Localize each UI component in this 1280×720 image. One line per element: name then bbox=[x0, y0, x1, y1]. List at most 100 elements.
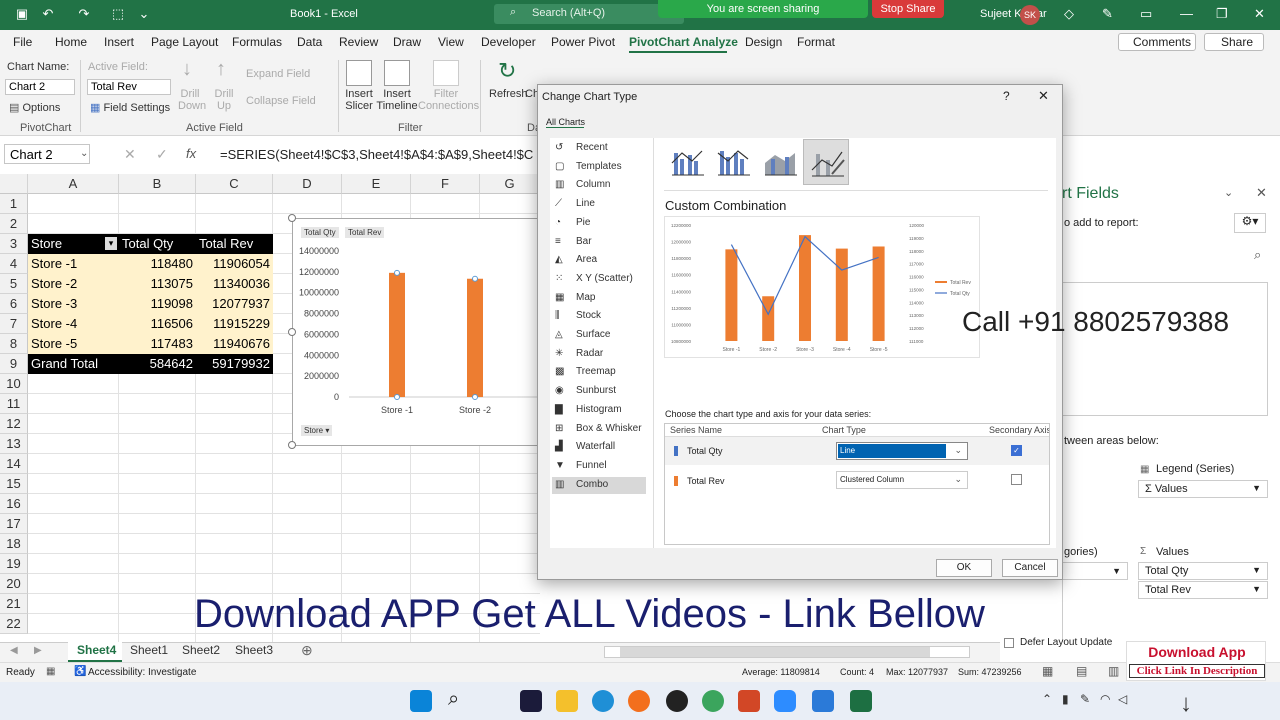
comments-button[interactable]: Comments bbox=[1118, 33, 1196, 51]
chart-category-box-whisker[interactable]: ⊞ Box & Whisker bbox=[552, 421, 646, 438]
combo-column-line-secondary-button[interactable] bbox=[710, 139, 756, 185]
panel-options-icon[interactable]: ⌄ bbox=[1224, 186, 1233, 199]
chart-category-recent[interactable]: ↺ Recent bbox=[552, 140, 646, 157]
sheet-tab[interactable]: Sheet4 bbox=[77, 643, 116, 657]
tab-pivotchart-analyze[interactable]: PivotChart Analyze bbox=[629, 35, 738, 49]
prev-sheet-icon[interactable]: ◀ bbox=[10, 645, 18, 656]
help-icon[interactable]: ? bbox=[1003, 89, 1010, 103]
chart-type-select-total-qty[interactable]: Line ⌄ bbox=[836, 442, 968, 460]
powerpoint-icon[interactable] bbox=[738, 690, 760, 712]
field-settings-button[interactable]: ▦ Field Settings bbox=[90, 101, 170, 114]
chart-category-waterfall[interactable]: ▟ Waterfall bbox=[552, 439, 646, 456]
ribbon-display-icon[interactable]: ▭ bbox=[1140, 6, 1152, 22]
name-box-dropdown-icon[interactable]: ⌄ bbox=[80, 148, 88, 159]
table-cell[interactable]: Store -5 bbox=[28, 334, 119, 354]
tab-page-layout[interactable]: Page Layout bbox=[151, 35, 218, 49]
tab-formulas[interactable]: Formulas bbox=[232, 35, 282, 49]
row-header[interactable]: 9 bbox=[0, 354, 28, 374]
obs-icon[interactable] bbox=[666, 690, 688, 712]
row-header[interactable]: 5 bbox=[0, 274, 28, 294]
options-button[interactable]: ▤ Options bbox=[9, 101, 60, 114]
chart-category-map[interactable]: ▦ Map bbox=[552, 290, 646, 307]
row-header[interactable]: 11 bbox=[0, 394, 28, 414]
chart-category-combo[interactable]: ▥ Combo bbox=[552, 476, 646, 494]
next-sheet-icon[interactable]: ▶ bbox=[34, 645, 42, 656]
table-header-cell[interactable]: Total Rev bbox=[196, 234, 273, 254]
column-header[interactable]: C bbox=[196, 174, 273, 194]
field-list[interactable] bbox=[1062, 282, 1268, 416]
column-header[interactable]: D bbox=[273, 174, 342, 194]
microphone-icon[interactable]: ▮ bbox=[1062, 692, 1069, 706]
table-cell[interactable]: 11906054 bbox=[196, 254, 273, 274]
custom-combination-button[interactable] bbox=[803, 139, 849, 185]
add-sheet-icon[interactable]: ⊕ bbox=[301, 642, 313, 659]
table-cell[interactable]: 118480 bbox=[119, 254, 196, 274]
tab-format[interactable]: Format bbox=[797, 35, 835, 49]
tab-power-pivot[interactable]: Power Pivot bbox=[551, 35, 615, 49]
row-header[interactable]: 7 bbox=[0, 314, 28, 334]
chart-category-bar[interactable]: ≡ Bar bbox=[552, 234, 646, 251]
chart-category-radar[interactable]: ✳ Radar bbox=[552, 346, 646, 363]
values-field-pill[interactable]: Total Qty ▼ bbox=[1138, 562, 1268, 580]
row-header[interactable]: 17 bbox=[0, 514, 28, 534]
row-header[interactable]: 2 bbox=[0, 214, 28, 234]
enter-icon[interactable]: ✓ bbox=[156, 146, 168, 163]
grand-total-cell[interactable]: Grand Total bbox=[28, 354, 119, 374]
search-icon[interactable]: ⌕ bbox=[1254, 247, 1261, 263]
row-header[interactable]: 3 bbox=[0, 234, 28, 254]
sheet-tab[interactable]: Sheet1 bbox=[130, 643, 168, 657]
table-cell[interactable]: 11915229 bbox=[196, 314, 273, 334]
chart-category-sunburst[interactable]: ◉ Sunburst bbox=[552, 383, 646, 400]
windows-start-icon[interactable] bbox=[410, 690, 432, 712]
gear-icon[interactable]: ⚙▾ bbox=[1234, 213, 1266, 233]
table-cell[interactable]: Store -4 bbox=[28, 314, 119, 334]
firefox-icon[interactable] bbox=[628, 690, 650, 712]
task-view-icon[interactable] bbox=[520, 690, 542, 712]
values-field-pill[interactable]: Total Rev ▼ bbox=[1138, 581, 1268, 599]
table-cell[interactable]: Store -1 bbox=[28, 254, 119, 274]
restore-icon[interactable]: ❐ bbox=[1216, 6, 1228, 22]
select-all-corner[interactable] bbox=[0, 174, 28, 194]
axis-field-pill[interactable]: ▼ bbox=[1062, 562, 1128, 580]
share-button[interactable]: Share bbox=[1204, 33, 1264, 51]
chart-category-stock[interactable]: ⫼ Stock bbox=[552, 308, 646, 325]
sheet-tab[interactable]: Sheet3 bbox=[235, 643, 273, 657]
row-header[interactable]: 13 bbox=[0, 434, 28, 454]
chart-category-histogram[interactable]: ▇ Histogram bbox=[552, 402, 646, 419]
name-box[interactable] bbox=[4, 144, 90, 164]
autosave-icon[interactable]: ▣ bbox=[14, 6, 30, 22]
download-app-badge[interactable]: Download App Click Link In Description bbox=[1126, 641, 1266, 681]
page-layout-icon[interactable]: ▤ bbox=[1076, 664, 1087, 678]
field-button-total-qty[interactable]: Total Qty bbox=[301, 227, 339, 238]
row-header[interactable]: 6 bbox=[0, 294, 28, 314]
macro-record-icon[interactable]: ▦ bbox=[46, 666, 55, 677]
close-window-icon[interactable]: ✕ bbox=[1254, 6, 1265, 22]
chart-category-x-y-scatter-[interactable]: ⁙ X Y (Scatter) bbox=[552, 271, 646, 288]
insert-slicer-button[interactable]: Insert Slicer bbox=[344, 88, 374, 112]
column-header[interactable]: F bbox=[411, 174, 480, 194]
tab-data[interactable]: Data bbox=[297, 35, 322, 49]
row-header[interactable]: 16 bbox=[0, 494, 28, 514]
redo-icon[interactable]: ↷ bbox=[76, 6, 92, 22]
chart-category-line[interactable]: ⟋ Line bbox=[552, 196, 646, 213]
pivot-chart[interactable]: 14000000 12000000 10000000 8000000 6000000 40… bbox=[292, 218, 542, 446]
scrollbar-thumb[interactable] bbox=[620, 647, 930, 657]
chart-name-input[interactable] bbox=[5, 79, 75, 95]
secondary-axis-checkbox-checked[interactable]: ✓ bbox=[1011, 445, 1022, 456]
drill-up-button[interactable]: Drill Up bbox=[212, 88, 236, 112]
row-header[interactable]: 22 bbox=[0, 614, 28, 634]
row-header[interactable]: 20 bbox=[0, 574, 28, 594]
normal-view-icon[interactable]: ▦ bbox=[1042, 664, 1053, 678]
tab-draw[interactable]: Draw bbox=[393, 35, 421, 49]
table-header-cell[interactable]: Store ▾ bbox=[28, 234, 119, 254]
chart-category-templates[interactable]: ▢ Templates bbox=[552, 159, 646, 176]
secondary-axis-checkbox[interactable] bbox=[1011, 474, 1022, 485]
table-header-cell[interactable]: Total Qty bbox=[119, 234, 196, 254]
customize-qat-icon[interactable]: ⌄ bbox=[136, 6, 152, 22]
field-button-total-rev[interactable]: Total Rev bbox=[345, 227, 385, 238]
table-cell[interactable]: 117483 bbox=[119, 334, 196, 354]
ok-button[interactable]: OK bbox=[936, 559, 992, 577]
active-field-input[interactable] bbox=[87, 79, 171, 95]
excel-icon[interactable] bbox=[850, 690, 872, 712]
grand-total-cell[interactable]: 59179932 bbox=[196, 354, 273, 374]
